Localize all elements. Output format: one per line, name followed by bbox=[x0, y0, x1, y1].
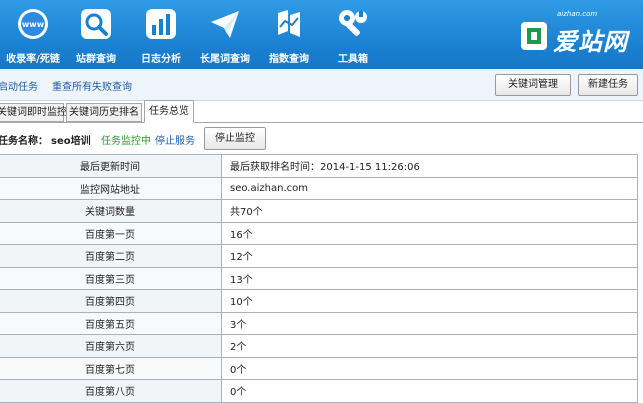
tab-task-overview[interactable]: 任务总览 bbox=[144, 100, 194, 123]
nav-label: 指数查询 bbox=[269, 54, 309, 65]
table-row: 百度第五页 3个 bbox=[0, 311, 638, 335]
nav-label: 长尾词查询 bbox=[200, 54, 250, 65]
table-row: 百度第三页 13个 bbox=[0, 266, 638, 290]
nav-label: 收录率/死链 bbox=[6, 54, 60, 65]
row-value: 0个 bbox=[221, 356, 638, 380]
nav-label: 站群查询 bbox=[76, 54, 116, 65]
table-row: 关键词数量 共70个 bbox=[0, 199, 638, 223]
paper-plane-icon bbox=[211, 11, 239, 38]
tab-history-rank[interactable]: 关键词历史排名 bbox=[66, 103, 142, 122]
toolbar: 启动任务 重查所有失败查询 关键词管理 新建任务 bbox=[0, 69, 643, 101]
row-label: 百度第八页 bbox=[0, 379, 222, 403]
logo-text: 爱站网 bbox=[553, 28, 628, 56]
start-task-link[interactable]: 启动任务 bbox=[0, 78, 38, 93]
search-icon bbox=[81, 9, 111, 39]
row-label: 最后更新时间 bbox=[0, 154, 222, 178]
table-row: 百度第二页 12个 bbox=[0, 244, 638, 268]
table-row: 监控网站地址 seo.aizhan.com bbox=[0, 176, 638, 200]
row-label: 百度第七页 bbox=[0, 356, 222, 380]
row-value: 13个 bbox=[221, 266, 638, 290]
row-value: 3个 bbox=[221, 311, 638, 335]
row-label: 百度第六页 bbox=[0, 334, 222, 358]
nav-item-toolbox[interactable]: 工具箱 bbox=[318, 0, 388, 69]
table-row: 百度第七页 0个 bbox=[0, 356, 638, 380]
task-name-value: seo培训 bbox=[51, 136, 91, 147]
tab-realtime-monitor[interactable]: 关键词即时监控 bbox=[0, 103, 67, 122]
nav-item-site-group[interactable]: 站群查询 bbox=[61, 0, 131, 69]
task-info-row: 任务名称： seo培训 任务监控中 停止服务 停止监控 bbox=[0, 123, 643, 153]
table-row: 最后更新时间 最后获取排名时间：2014-1-15 11:26:06 bbox=[0, 154, 638, 178]
table-row: 百度第六页 2个 bbox=[0, 334, 638, 358]
bar-chart-icon bbox=[146, 9, 176, 39]
row-label: 百度第三页 bbox=[0, 266, 222, 290]
aizhan-logo: aizhan.com 爱站网 bbox=[517, 10, 637, 56]
new-task-button[interactable]: 新建任务 bbox=[578, 74, 638, 96]
tab-bar: 关键词即时监控 关键词历史排名 任务总览 bbox=[0, 100, 643, 123]
row-value: seo.aizhan.com bbox=[221, 176, 638, 200]
table-row: 百度第八页 0个 bbox=[0, 379, 638, 403]
row-label: 百度第四页 bbox=[0, 289, 222, 313]
row-value: 16个 bbox=[221, 221, 638, 245]
nav-label: 工具箱 bbox=[338, 54, 368, 65]
row-value: 最后获取排名时间：2014-1-15 11:26:06 bbox=[221, 154, 638, 178]
row-label: 百度第五页 bbox=[0, 311, 222, 335]
logo-mark-icon bbox=[521, 22, 547, 50]
logo-domain: aizhan.com bbox=[557, 10, 598, 18]
table-row: 百度第一页 16个 bbox=[0, 221, 638, 245]
top-navigation-bar: www 收录率/死链 站群查询 日志分析 长尾词查询 指数查询 工具箱 aizh… bbox=[0, 0, 643, 69]
wrench-icon bbox=[339, 10, 367, 36]
row-value: 共70个 bbox=[221, 199, 638, 223]
row-label: 百度第一页 bbox=[0, 221, 222, 245]
keyword-manage-button[interactable]: 关键词管理 bbox=[495, 74, 571, 96]
nav-item-log-analysis[interactable]: 日志分析 bbox=[126, 0, 196, 69]
svg-text:www: www bbox=[22, 20, 45, 29]
nav-item-index-rate[interactable]: www 收录率/死链 bbox=[0, 0, 68, 69]
recheck-failed-link[interactable]: 重查所有失败查询 bbox=[52, 78, 132, 93]
table-row: 百度第四页 10个 bbox=[0, 289, 638, 313]
task-overview-table: 最后更新时间 最后获取排名时间：2014-1-15 11:26:06 监控网站地址 s… bbox=[0, 154, 638, 403]
row-label: 监控网站地址 bbox=[0, 176, 222, 200]
row-label: 百度第二页 bbox=[0, 244, 222, 268]
row-label: 关键词数量 bbox=[0, 199, 222, 223]
row-value: 0个 bbox=[221, 379, 638, 403]
nav-item-index-query[interactable]: 指数查询 bbox=[254, 0, 324, 69]
task-name-label: 任务名称： bbox=[0, 136, 48, 147]
index-chart-icon bbox=[278, 10, 300, 37]
nav-label: 日志分析 bbox=[141, 54, 181, 65]
row-value: 12个 bbox=[221, 244, 638, 268]
row-value: 2个 bbox=[221, 334, 638, 358]
stop-service-link[interactable]: 停止服务 bbox=[155, 132, 195, 147]
stop-monitor-button[interactable]: 停止监控 bbox=[204, 127, 266, 150]
nav-item-long-tail[interactable]: 长尾词查询 bbox=[190, 0, 260, 69]
task-status: 任务监控中 bbox=[101, 136, 151, 147]
row-value: 10个 bbox=[221, 289, 638, 313]
www-globe-icon: www bbox=[18, 9, 48, 39]
